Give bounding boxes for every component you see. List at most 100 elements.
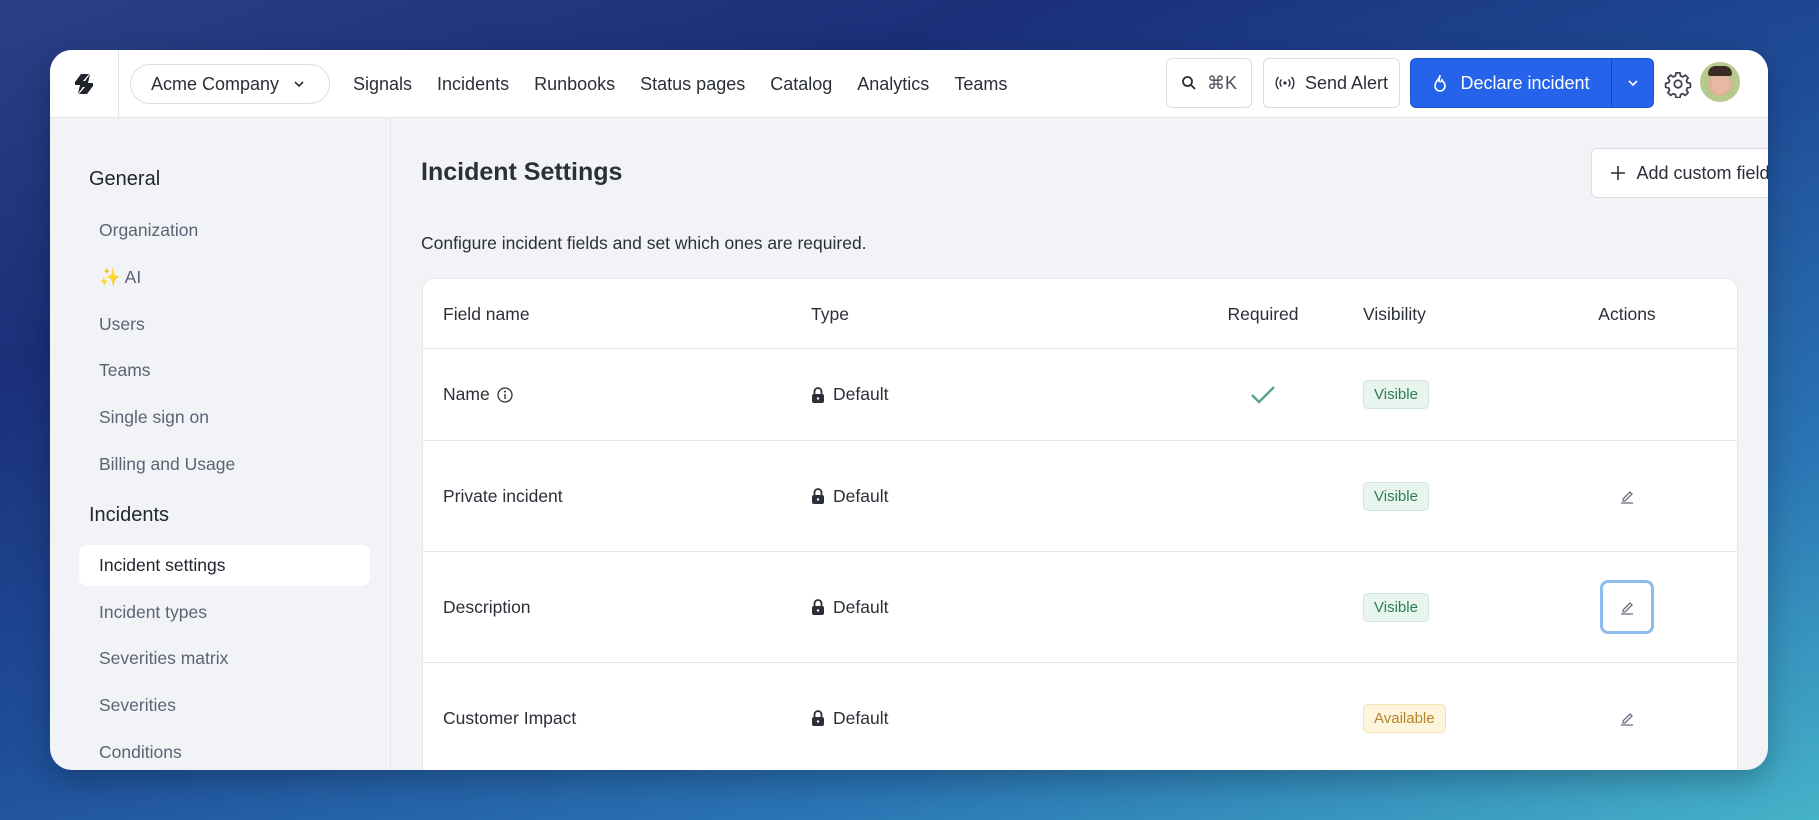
settings-gear-button[interactable] — [1664, 70, 1692, 99]
actions-cell — [1597, 552, 1657, 662]
broadcast-icon — [1275, 76, 1295, 90]
chevron-down-icon — [1627, 80, 1638, 87]
sidebar-item-severities-matrix[interactable]: Severities matrix — [79, 638, 370, 679]
flame-icon — [1434, 74, 1447, 92]
field-type-cell: Default — [811, 663, 888, 770]
lock-icon — [812, 710, 824, 726]
nav-teams[interactable]: Teams — [954, 74, 1007, 95]
field-type-cell: Default — [811, 349, 888, 440]
send-alert-label: Send Alert — [1304, 72, 1389, 93]
sidebar-section-general: General — [89, 168, 161, 190]
edit-field-button[interactable] — [1600, 469, 1654, 523]
sidebar-item-organization[interactable]: Organization — [79, 210, 370, 251]
column-header-actions: Actions — [1598, 303, 1656, 324]
visibility-cell: Visible — [1363, 349, 1429, 440]
app-window: Acme Company Signals Incidents Runbooks … — [50, 50, 1768, 770]
table-header: Field name Type Required Visibility Acti… — [423, 279, 1737, 349]
sidebar-item-billing-and-usage[interactable]: Billing and Usage — [79, 444, 370, 485]
table-row: Private incident Default Visible — [423, 441, 1737, 552]
add-custom-field-label: Add custom field — [1636, 162, 1768, 183]
plus-icon — [1611, 166, 1626, 180]
incident-fields-table: Field name Type Required Visibility Acti… — [422, 278, 1738, 770]
edit-field-button[interactable] — [1600, 691, 1654, 745]
nav-incidents[interactable]: Incidents — [437, 74, 509, 95]
sidebar-item-severities[interactable]: Severities — [79, 685, 370, 726]
check-icon — [1251, 385, 1275, 404]
visibility-badge: Visible — [1363, 481, 1429, 511]
info-icon[interactable] — [496, 386, 514, 404]
page-subtitle: Configure incident fields and set which … — [421, 233, 867, 253]
table-row: Customer Impact Default Available — [423, 663, 1737, 770]
field-name-cell: Description — [443, 552, 531, 662]
field-name: Customer Impact — [443, 707, 577, 728]
field-name: Name — [443, 384, 490, 404]
sidebar-item-ai[interactable]: ✨ AI — [79, 257, 370, 298]
sidebar-item-conditions[interactable]: Conditions — [79, 732, 370, 770]
field-name-cell: Customer Impact — [443, 663, 576, 770]
app-logo[interactable] — [50, 50, 119, 118]
search-icon — [1182, 76, 1196, 90]
field-type-cell: Default — [811, 552, 888, 662]
nav-analytics[interactable]: Analytics — [857, 74, 929, 95]
nav-status-pages[interactable]: Status pages — [640, 74, 745, 95]
field-type: Default — [833, 485, 889, 506]
sidebar-section-incidents: Incidents — [89, 504, 170, 526]
table-row: Description Default Visible — [423, 552, 1737, 663]
field-type: Default — [833, 596, 889, 617]
actions-cell — [1597, 663, 1657, 770]
lock-icon — [812, 488, 824, 504]
pencil-icon — [1621, 713, 1633, 726]
column-header-field-name: Field name — [443, 303, 530, 324]
main-content: Incident Settings Add custom field Confi… — [391, 118, 1768, 770]
gear-icon — [1664, 72, 1692, 99]
logo-icon — [75, 74, 93, 94]
search-shortcut: ⌘K — [1206, 72, 1237, 93]
visibility-cell: Visible — [1363, 552, 1429, 662]
field-name-cell: Private incident — [443, 441, 563, 551]
column-header-type: Type — [811, 303, 849, 324]
main-nav: Signals Incidents Runbooks Status pages … — [353, 50, 1032, 118]
field-type-cell: Default — [811, 441, 888, 551]
add-custom-field-button[interactable]: Add custom field — [1591, 148, 1768, 198]
nav-catalog[interactable]: Catalog — [770, 74, 832, 95]
visibility-badge: Visible — [1363, 380, 1429, 409]
nav-runbooks[interactable]: Runbooks — [534, 74, 615, 95]
nav-signals[interactable]: Signals — [353, 74, 412, 95]
column-header-visibility: Visibility — [1363, 303, 1426, 324]
chevron-down-icon — [293, 80, 305, 88]
declare-options-dropdown[interactable] — [1611, 59, 1653, 107]
top-navigation-bar: Acme Company Signals Incidents Runbooks … — [50, 50, 1768, 118]
avatar-hair — [1708, 66, 1732, 76]
field-type: Default — [833, 707, 889, 728]
page-title: Incident Settings — [421, 158, 623, 186]
search-button[interactable]: ⌘K — [1166, 58, 1252, 108]
actions-cell — [1597, 441, 1657, 551]
lock-icon — [812, 599, 824, 615]
column-header-required: Required — [1227, 303, 1299, 324]
lock-icon — [812, 386, 824, 403]
sidebar-item-incident-settings[interactable]: Incident settings — [79, 545, 370, 586]
user-avatar[interactable] — [1700, 62, 1740, 102]
declare-incident-button[interactable]: Declare incident — [1411, 59, 1611, 107]
pencil-icon — [1621, 602, 1633, 615]
organization-selector[interactable]: Acme Company — [130, 64, 330, 104]
organization-name: Acme Company — [151, 73, 280, 94]
visibility-badge: Visible — [1363, 592, 1429, 622]
visibility-cell: Available — [1363, 663, 1446, 770]
send-alert-button[interactable]: Send Alert — [1263, 58, 1400, 108]
visibility-cell: Visible — [1363, 441, 1429, 551]
sidebar-item-users[interactable]: Users — [79, 304, 370, 345]
sidebar-item-teams[interactable]: Teams — [79, 350, 370, 391]
declare-incident-split-button: Declare incident — [1410, 58, 1654, 108]
pencil-icon — [1621, 491, 1633, 504]
field-name: Private incident — [443, 485, 563, 506]
field-name-cell: Name — [443, 349, 514, 440]
sidebar-item-single-sign-on[interactable]: Single sign on — [79, 397, 370, 438]
required-cell — [1193, 349, 1333, 440]
declare-incident-label: Declare incident — [1460, 72, 1590, 93]
edit-field-button-focused[interactable] — [1600, 580, 1654, 634]
visibility-badge: Available — [1363, 703, 1446, 733]
sidebar-item-incident-types[interactable]: Incident types — [79, 592, 370, 633]
table-row: Name Default Visible — [423, 349, 1737, 441]
field-name: Description — [443, 596, 531, 617]
